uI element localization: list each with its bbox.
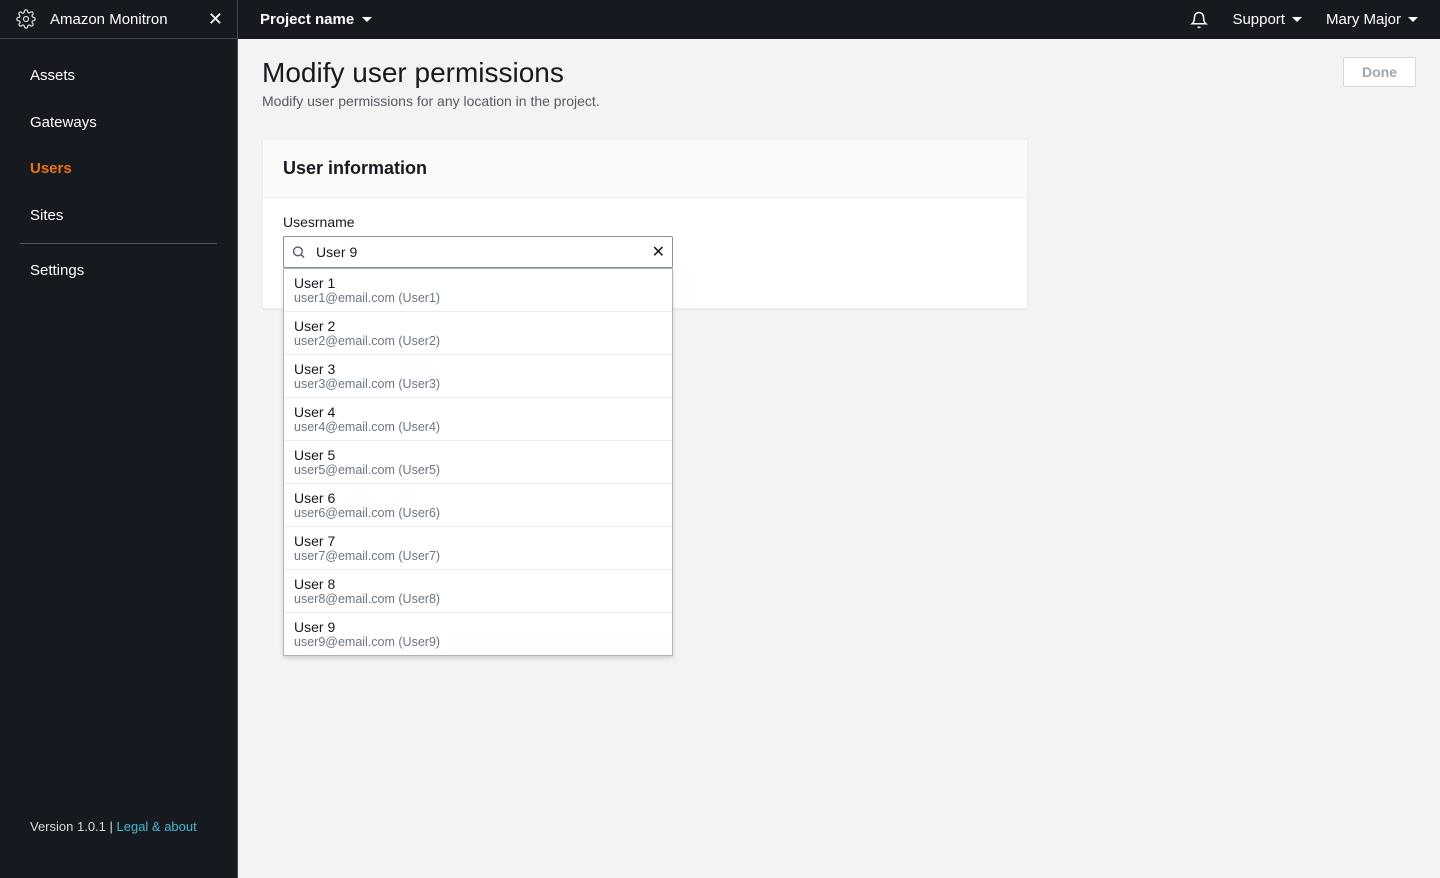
username-label: Usesrname [283,214,1007,230]
chevron-down-icon [1292,17,1302,22]
username-search-wrap: ✕ User 1user1@email.com (User1)User 2use… [283,236,673,268]
dropdown-item-name: User 7 [294,533,662,549]
dropdown-item-sub: user4@email.com (User4) [294,420,662,434]
dropdown-item-sub: user9@email.com (User9) [294,635,662,649]
legal-link[interactable]: Legal & about [117,819,197,834]
sidebar-divider [20,243,217,244]
support-label: Support [1232,11,1285,28]
dropdown-item-name: User 3 [294,361,662,377]
notifications-icon[interactable] [1190,11,1208,29]
topbar: Amazon Monitron ✕ Project name Support M… [0,0,1440,39]
dropdown-item-name: User 1 [294,275,662,291]
brand-area: Amazon Monitron ✕ [0,0,238,39]
sidebar-item-label: Assets [30,67,75,84]
clear-icon[interactable]: ✕ [652,242,665,262]
sidebar-item-settings[interactable]: Settings [0,248,237,295]
dropdown-item[interactable]: User 2user2@email.com (User2) [284,312,672,355]
dropdown-item-name: User 6 [294,490,662,506]
dropdown-item-sub: user5@email.com (User5) [294,463,662,477]
sidebar-nav: Assets Gateways Users Sites Settings [0,39,237,295]
dropdown-item-sub: user7@email.com (User7) [294,549,662,563]
done-button[interactable]: Done [1343,57,1416,87]
close-icon[interactable]: ✕ [208,10,223,28]
dropdown-item-name: User 4 [294,404,662,420]
sidebar: Assets Gateways Users Sites Settings Ver… [0,39,238,878]
project-selector[interactable]: Project name [238,11,372,28]
dropdown-item[interactable]: User 6user6@email.com (User6) [284,484,672,527]
dropdown-item[interactable]: User 1user1@email.com (User1) [284,269,672,312]
user-menu[interactable]: Mary Major [1326,11,1418,28]
topbar-right: Support Mary Major [1190,11,1440,29]
dropdown-item[interactable]: User 8user8@email.com (User8) [284,570,672,613]
panel-body: Usesrname ✕ User 1user1@email.com (User1… [263,198,1027,308]
dropdown-item[interactable]: User 5user5@email.com (User5) [284,441,672,484]
panel-title: User information [263,140,1027,198]
sidebar-item-users[interactable]: Users [0,146,237,193]
dropdown-item[interactable]: User 9user9@email.com (User9) [284,613,672,655]
monitron-gear-icon [16,9,36,29]
sidebar-item-assets[interactable]: Assets [0,53,237,100]
main-content: Modify user permissions Modify user perm… [238,39,1440,878]
dropdown-item-sub: user6@email.com (User6) [294,506,662,520]
username-dropdown: User 1user1@email.com (User1)User 2user2… [283,268,673,656]
sidebar-item-label: Sites [30,207,63,224]
sidebar-item-label: Gateways [30,114,97,131]
dropdown-item[interactable]: User 4user4@email.com (User4) [284,398,672,441]
dropdown-item-name: User 9 [294,619,662,635]
sidebar-item-sites[interactable]: Sites [0,193,237,240]
dropdown-item-sub: user2@email.com (User2) [294,334,662,348]
user-information-panel: User information Usesrname ✕ User 1user1… [262,139,1028,309]
chevron-down-icon [362,17,372,22]
sidebar-footer: Version 1.0.1 | Legal & about [0,819,237,878]
dropdown-item-sub: user3@email.com (User3) [294,377,662,391]
page-header: Modify user permissions Modify user perm… [238,39,1440,121]
search-icon [291,245,306,260]
project-name: Project name [260,11,354,28]
dropdown-item[interactable]: User 3user3@email.com (User3) [284,355,672,398]
page-subtitle: Modify user permissions for any location… [262,93,600,109]
sidebar-item-label: Settings [30,262,84,279]
chevron-down-icon [1408,17,1418,22]
version-text: Version 1.0.1 | [30,819,117,834]
sidebar-item-gateways[interactable]: Gateways [0,100,237,147]
dropdown-item-sub: user8@email.com (User8) [294,592,662,606]
dropdown-item-name: User 5 [294,447,662,463]
user-label: Mary Major [1326,11,1401,28]
page-title: Modify user permissions [262,57,600,89]
dropdown-item-sub: user1@email.com (User1) [294,291,662,305]
dropdown-item-name: User 2 [294,318,662,334]
brand-name: Amazon Monitron [50,11,168,28]
sidebar-item-label: Users [30,160,72,177]
dropdown-item-name: User 8 [294,576,662,592]
support-menu[interactable]: Support [1232,11,1302,28]
dropdown-item[interactable]: User 7user7@email.com (User7) [284,527,672,570]
username-search-input[interactable] [283,236,673,268]
